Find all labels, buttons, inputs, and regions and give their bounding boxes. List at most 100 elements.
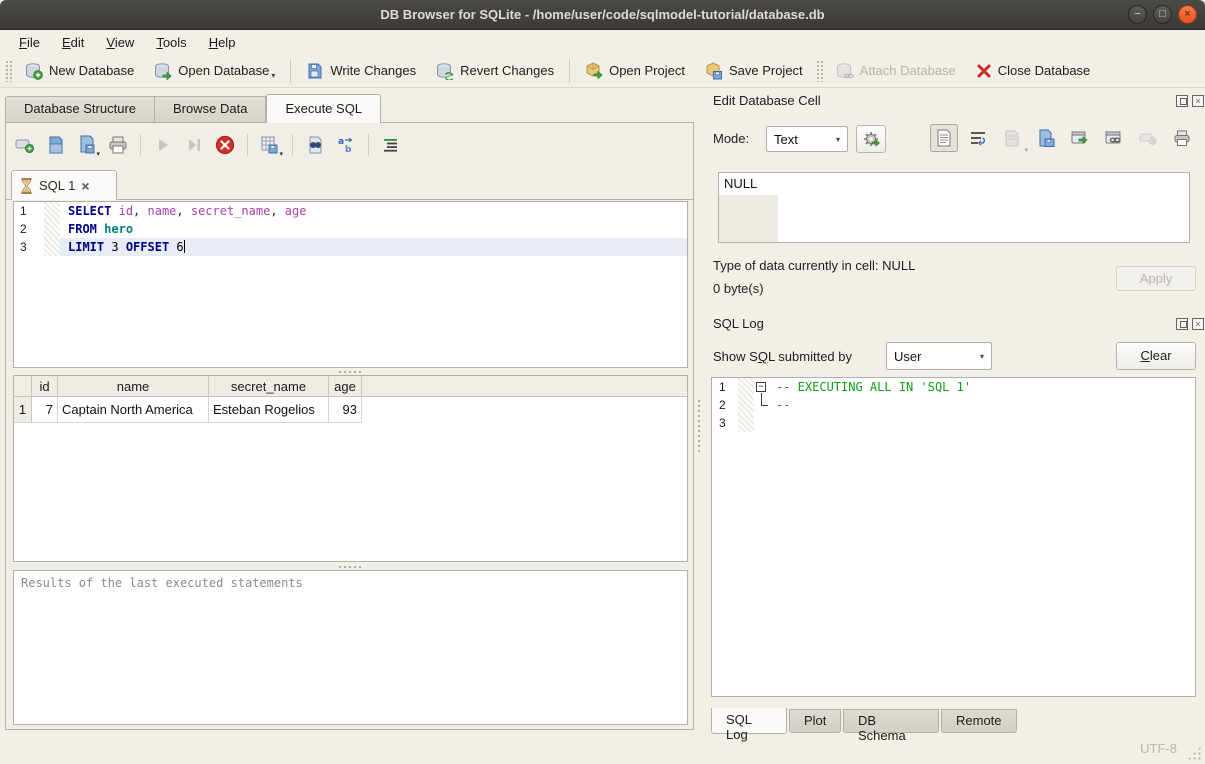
encoding-indicator[interactable]: UTF-8 bbox=[1140, 741, 1177, 756]
save-project-button[interactable]: Save Project bbox=[695, 58, 813, 84]
new-sql-tab-icon[interactable] bbox=[14, 134, 36, 156]
cell-value-editor[interactable]: NULL bbox=[718, 172, 1190, 243]
sql-log-dock-buttons: × bbox=[1176, 318, 1204, 330]
save-results-dropdown-caret[interactable]: ▾ bbox=[279, 150, 283, 158]
grid-corner bbox=[14, 376, 32, 397]
save-sql-file-dropdown-caret[interactable]: ▾ bbox=[96, 150, 100, 158]
menu-view[interactable]: View bbox=[97, 33, 143, 52]
sql-editor-line-1[interactable]: 1 SELECT id, name, secret_name, age bbox=[14, 202, 687, 220]
text-cursor bbox=[184, 240, 185, 253]
sql-log-editor[interactable]: 1 − -- EXECUTING ALL IN 'SQL 1' 2 -- 3 bbox=[711, 377, 1196, 697]
toolbar-drag-handle[interactable] bbox=[5, 60, 12, 82]
text-mode-icon[interactable] bbox=[930, 124, 958, 152]
tab-database-structure[interactable]: Database Structure bbox=[5, 96, 155, 123]
app-window: DB Browser for SQLite - /home/user/code/… bbox=[0, 0, 1205, 764]
column-header-id[interactable]: id bbox=[32, 376, 58, 397]
open-database-dropdown-caret[interactable]: ▾ bbox=[271, 71, 275, 80]
column-header-secret-name[interactable]: secret_name bbox=[209, 376, 329, 397]
line-number: 1 bbox=[14, 202, 44, 220]
write-changes-icon bbox=[306, 62, 324, 80]
title-bar[interactable]: DB Browser for SQLite - /home/user/code/… bbox=[0, 0, 1205, 30]
find-replace-icon[interactable]: ab bbox=[335, 134, 357, 156]
open-project-button[interactable]: Open Project bbox=[575, 58, 695, 84]
save-sql-file-icon[interactable]: ▾ bbox=[76, 134, 98, 156]
save-project-label: Save Project bbox=[729, 63, 803, 78]
gear-import-icon bbox=[862, 130, 881, 149]
cell-age[interactable]: 93 bbox=[329, 397, 362, 423]
export-data-icon[interactable] bbox=[1032, 124, 1060, 152]
cell-secret-name[interactable]: Esteban Rogelios bbox=[209, 397, 329, 423]
toolbar-drag-handle[interactable] bbox=[816, 60, 823, 82]
menu-edit[interactable]: Edit bbox=[53, 33, 93, 52]
open-database-button[interactable]: Open Database ▾ bbox=[144, 58, 285, 84]
word-wrap-icon[interactable] bbox=[964, 124, 992, 152]
column-header-name[interactable]: name bbox=[58, 376, 209, 397]
main-vertical-splitter[interactable] bbox=[696, 400, 702, 452]
dock-float-icon[interactable] bbox=[1176, 95, 1188, 107]
print-cell-icon[interactable] bbox=[1168, 124, 1196, 152]
results-message-splitter[interactable] bbox=[337, 564, 363, 569]
dock-close-icon[interactable]: × bbox=[1192, 318, 1204, 330]
log-line-1: 1 − -- EXECUTING ALL IN 'SQL 1' bbox=[712, 378, 1195, 396]
auto-apply-button[interactable] bbox=[856, 125, 886, 153]
cell-id[interactable]: 7 bbox=[32, 397, 58, 423]
menu-tools[interactable]: Tools bbox=[147, 33, 195, 52]
toolbar-separator bbox=[290, 59, 291, 83]
results-message-pane[interactable]: Results of the last executed statements bbox=[13, 570, 688, 725]
stop-execution-icon[interactable] bbox=[214, 134, 236, 156]
menu-help[interactable]: Help bbox=[200, 33, 245, 52]
close-button[interactable]: × bbox=[1178, 5, 1197, 24]
fold-collapse-icon[interactable]: − bbox=[756, 382, 766, 392]
import-data-icon: ▾ bbox=[998, 124, 1026, 152]
gutter-margin bbox=[44, 202, 60, 220]
tab-execute-sql[interactable]: Execute SQL bbox=[266, 94, 381, 123]
write-changes-button[interactable]: Write Changes bbox=[296, 58, 426, 84]
bottom-tab-remote[interactable]: Remote bbox=[941, 709, 1017, 733]
sql-doc-tab[interactable]: SQL 1 × bbox=[11, 170, 117, 200]
bottom-tab-db-schema[interactable]: DB Schema bbox=[843, 709, 939, 733]
fold-column[interactable]: − bbox=[754, 378, 776, 396]
mode-label: Mode: bbox=[713, 131, 749, 146]
revert-changes-icon bbox=[436, 62, 454, 80]
hourglass-icon bbox=[20, 178, 33, 194]
sql-doc-tab-close-icon[interactable]: × bbox=[81, 181, 89, 191]
log-line-3: 3 bbox=[712, 414, 1195, 432]
copy-link-icon[interactable] bbox=[1100, 124, 1128, 152]
line-number: 3 bbox=[712, 414, 738, 432]
bottom-tab-sql-log[interactable]: SQL Log bbox=[711, 708, 787, 734]
close-database-icon bbox=[976, 63, 992, 79]
new-database-button[interactable]: New Database bbox=[15, 58, 144, 84]
editor-results-splitter[interactable] bbox=[337, 369, 363, 374]
clear-log-button[interactable]: Clear bbox=[1116, 342, 1196, 370]
sql-editor-line-2[interactable]: 2 FROM hero bbox=[14, 220, 687, 238]
format-sql-icon[interactable] bbox=[380, 134, 402, 156]
sql-editor[interactable]: 1 SELECT id, name, secret_name, age 2 FR… bbox=[13, 201, 688, 368]
minimize-button[interactable]: − bbox=[1128, 5, 1147, 24]
line-number: 2 bbox=[14, 220, 44, 238]
resize-grip[interactable] bbox=[1187, 746, 1201, 760]
print-sql-icon[interactable] bbox=[107, 134, 129, 156]
open-sql-file-icon[interactable] bbox=[45, 134, 67, 156]
menu-file[interactable]: File bbox=[10, 33, 49, 52]
chevron-down-icon: ▾ bbox=[980, 352, 984, 361]
save-results-icon[interactable]: ▾ bbox=[259, 134, 281, 156]
dock-float-icon[interactable] bbox=[1176, 318, 1188, 330]
tab-browse-data[interactable]: Browse Data bbox=[155, 96, 266, 123]
gutter-margin bbox=[738, 396, 754, 414]
close-database-button[interactable]: Close Database bbox=[966, 59, 1101, 83]
open-in-external-icon[interactable] bbox=[1066, 124, 1094, 152]
row-header[interactable]: 1 bbox=[14, 397, 32, 423]
open-project-label: Open Project bbox=[609, 63, 685, 78]
find-icon[interactable] bbox=[304, 134, 326, 156]
log-filter-combo[interactable]: User ▾ bbox=[886, 342, 992, 370]
line-number: 2 bbox=[712, 396, 738, 414]
bottom-tab-plot[interactable]: Plot bbox=[789, 709, 841, 733]
mode-combo[interactable]: Text ▾ bbox=[766, 126, 848, 152]
dock-close-icon[interactable]: × bbox=[1192, 95, 1204, 107]
column-header-age[interactable]: age bbox=[329, 376, 362, 397]
revert-changes-button[interactable]: Revert Changes bbox=[426, 58, 564, 84]
maximize-button[interactable]: □ bbox=[1153, 5, 1172, 24]
sql-editor-line-3[interactable]: 3 LIMIT 3 OFFSET 6 bbox=[14, 238, 687, 256]
cell-name[interactable]: Captain North America bbox=[58, 397, 209, 423]
results-grid[interactable]: id name secret_name age 1 7 Captain Nort… bbox=[13, 375, 688, 562]
